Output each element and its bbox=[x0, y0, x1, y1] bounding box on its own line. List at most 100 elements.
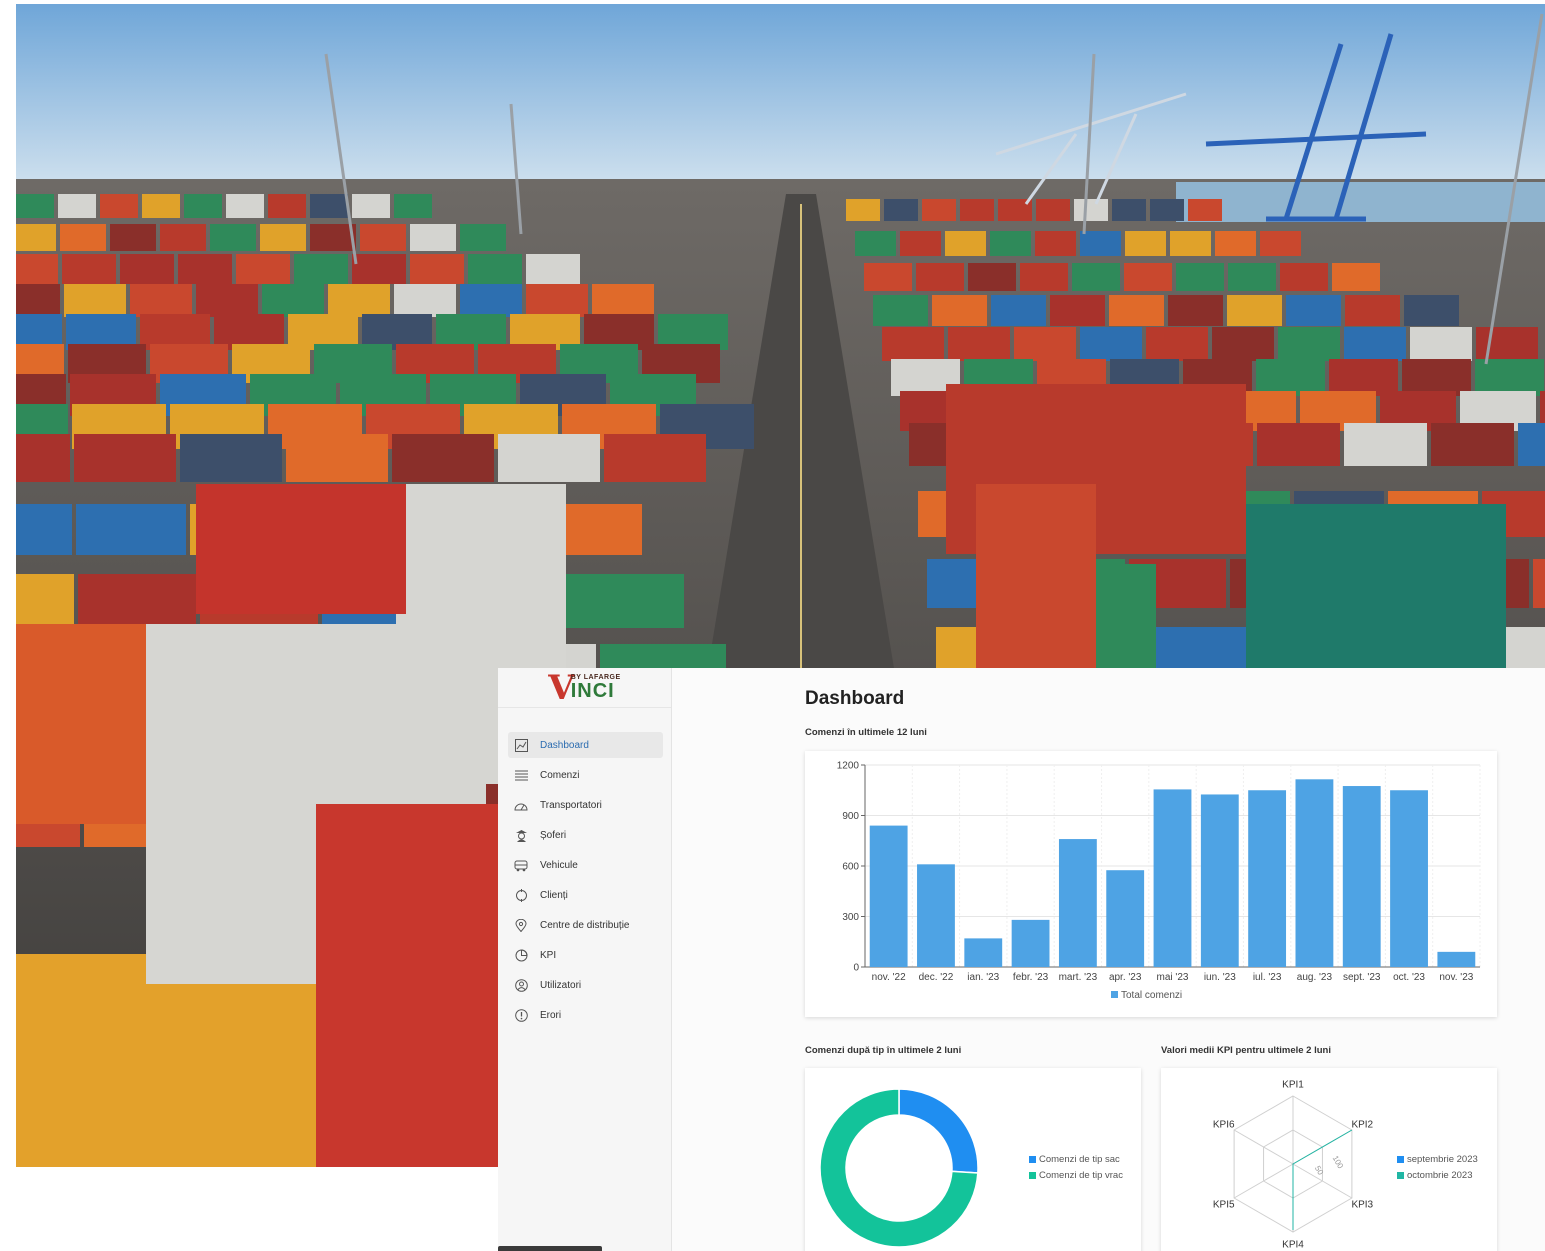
bar-4[interactable] bbox=[1058, 839, 1097, 967]
container-block bbox=[1280, 263, 1328, 291]
bar-10[interactable] bbox=[1342, 786, 1381, 967]
bar-11[interactable] bbox=[1390, 790, 1428, 967]
x-tick-label: iun. '23 bbox=[1204, 972, 1236, 983]
container-block bbox=[62, 254, 116, 284]
container-block bbox=[392, 434, 494, 482]
container-block bbox=[1518, 423, 1545, 466]
bar-0[interactable] bbox=[869, 825, 908, 967]
container-block bbox=[1212, 327, 1274, 361]
container-block bbox=[1176, 263, 1224, 291]
bar-12[interactable] bbox=[1437, 951, 1476, 967]
container-block bbox=[566, 574, 684, 628]
sidebar-item-comenzi[interactable]: Comenzi bbox=[508, 762, 663, 788]
container-block bbox=[460, 224, 506, 251]
legend-label-octombrie: octombrie 2023 bbox=[1407, 1170, 1473, 1181]
container-block bbox=[294, 254, 348, 284]
sidebar-item-clienti[interactable]: Clienți bbox=[508, 882, 663, 908]
container-block bbox=[60, 224, 106, 251]
dashboard-main: Dashboard Comenzi în ultimele 12 luni 0 3… bbox=[672, 668, 1545, 1251]
container-block bbox=[1246, 504, 1506, 674]
bar-chart-section-title: Comenzi în ultimele 12 luni bbox=[805, 727, 927, 738]
circle-icon bbox=[514, 888, 528, 902]
container-block bbox=[1227, 295, 1282, 326]
x-tick-label: febr. '23 bbox=[1013, 972, 1049, 983]
container-block bbox=[1125, 231, 1166, 256]
x-tick-label: iul. '23 bbox=[1253, 972, 1282, 983]
bar-8[interactable] bbox=[1248, 790, 1287, 967]
sidebar-item-soferi[interactable]: Șoferi bbox=[508, 822, 663, 848]
container-block bbox=[1168, 295, 1223, 326]
container-block bbox=[922, 199, 956, 221]
radar-axis-label: KPI1 bbox=[1282, 1080, 1304, 1091]
list-icon bbox=[514, 768, 528, 782]
pie-chart-section-title: Comenzi după tip în ultimele 2 luni bbox=[805, 1045, 962, 1056]
vinci-logo[interactable]: V BY LAFARGE INCI bbox=[498, 668, 671, 708]
sidebar-item-vehicule[interactable]: Vehicule bbox=[508, 852, 663, 878]
container-block bbox=[262, 284, 324, 317]
container-block bbox=[142, 194, 180, 218]
container-block bbox=[864, 263, 912, 291]
legend-item-sac[interactable]: Comenzi de tip sac bbox=[1029, 1154, 1120, 1165]
container-block bbox=[16, 434, 70, 482]
bar-3[interactable] bbox=[1011, 919, 1050, 967]
container-block bbox=[1533, 559, 1545, 608]
sidebar-item-label: Vehicule bbox=[540, 859, 578, 871]
legend-label-septembrie: septembrie 2023 bbox=[1407, 1154, 1478, 1165]
container-block bbox=[64, 284, 126, 317]
legend-item-vrac[interactable]: Comenzi de tip vrac bbox=[1029, 1170, 1123, 1181]
container-block bbox=[394, 284, 456, 317]
sidebar-item-label: Comenzi bbox=[540, 769, 580, 781]
container-block bbox=[74, 434, 176, 482]
container-block bbox=[1344, 327, 1406, 361]
pie-icon bbox=[514, 948, 528, 962]
sidebar-item-utilizatori[interactable]: Utilizatori bbox=[508, 972, 663, 998]
container-block bbox=[268, 194, 306, 218]
container-block bbox=[1475, 359, 1544, 396]
sidebar-item-centre-de-distributie[interactable]: Centre de distribuție bbox=[508, 912, 663, 938]
legend-label-vrac: Comenzi de tip vrac bbox=[1039, 1170, 1123, 1181]
bar-6[interactable] bbox=[1153, 789, 1192, 967]
donut-slice-0[interactable] bbox=[898, 1088, 979, 1174]
container-block bbox=[592, 284, 654, 317]
legend-item-octombrie[interactable]: octombrie 2023 bbox=[1397, 1170, 1472, 1181]
error-icon bbox=[514, 1008, 528, 1022]
sidebar-nav: Dashboard Comenzi Transportatori Șoferi … bbox=[498, 708, 671, 1028]
sidebar-item-dashboard[interactable]: Dashboard bbox=[508, 732, 663, 758]
container-block bbox=[498, 434, 600, 482]
container-block bbox=[120, 254, 174, 284]
container-block bbox=[16, 574, 74, 628]
legend-item-septembrie[interactable]: septembrie 2023 bbox=[1397, 1154, 1478, 1165]
container-block bbox=[991, 295, 1046, 326]
app-window: V BY LAFARGE INCI Dashboard Comenzi Tran… bbox=[498, 668, 1545, 1251]
container-block bbox=[78, 574, 196, 628]
sidebar-item-transportatori[interactable]: Transportatori bbox=[508, 792, 663, 818]
x-tick-label: aug. '23 bbox=[1297, 972, 1333, 983]
container-block bbox=[110, 224, 156, 251]
container-block bbox=[1476, 327, 1538, 361]
x-tick-label: nov. '22 bbox=[872, 972, 906, 983]
bar-5[interactable] bbox=[1106, 870, 1145, 967]
radar-axis-label: KPI3 bbox=[1351, 1200, 1373, 1211]
container-block bbox=[1150, 199, 1184, 221]
sidebar-item-label: Centre de distribuție bbox=[540, 919, 630, 931]
bar-2[interactable] bbox=[964, 938, 1003, 967]
legend-label-total-comenzi[interactable]: Total comenzi bbox=[1121, 990, 1182, 1001]
bar-1[interactable] bbox=[917, 864, 955, 967]
sidebar-item-kpi[interactable]: KPI bbox=[508, 942, 663, 968]
container-block bbox=[1188, 199, 1222, 221]
sidebar-item-label: Dashboard bbox=[540, 739, 589, 751]
location-pin-icon bbox=[514, 918, 528, 932]
legend-swatch-septembrie bbox=[1397, 1156, 1404, 1163]
x-tick-label: dec. '22 bbox=[919, 972, 954, 983]
container-block bbox=[948, 327, 1010, 361]
legend-swatch-vrac bbox=[1029, 1172, 1036, 1179]
container-block bbox=[16, 954, 316, 1167]
container-block bbox=[410, 224, 456, 251]
orders-bar-chart: 0 300 600 900 1200 nov. '22 dec. '22 ian. '23 fe… bbox=[837, 761, 1481, 1001]
bar-7[interactable] bbox=[1200, 794, 1239, 967]
container-block bbox=[1080, 327, 1142, 361]
sidebar-item-erori[interactable]: Erori bbox=[508, 1002, 663, 1028]
bar-9[interactable] bbox=[1295, 779, 1334, 967]
container-block bbox=[210, 224, 256, 251]
container-block bbox=[873, 295, 928, 326]
